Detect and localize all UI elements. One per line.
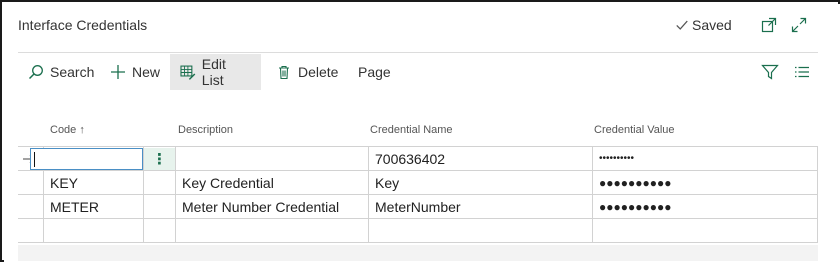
text-caret: [34, 152, 35, 167]
window-frame: Interface Credentials Saved Search New E…: [0, 0, 840, 262]
open-in-new-window-icon: [761, 17, 777, 33]
new-label: New: [132, 64, 161, 80]
checkmark-icon: [676, 20, 688, 30]
credential-value-cell[interactable]: ●●●●●●●●●●: [593, 195, 817, 219]
description-cell[interactable]: [176, 219, 368, 243]
plus-icon: [111, 65, 125, 79]
edit-list-label: Edit List: [201, 56, 226, 88]
description-cell[interactable]: Key Credential: [176, 171, 368, 195]
credential-value-cell[interactable]: ●●●●●●●●●●: [593, 171, 817, 195]
header-divider: [18, 52, 818, 53]
page-title: Interface Credentials: [18, 17, 148, 33]
expand-button[interactable]: [790, 16, 808, 34]
filter-button[interactable]: [761, 63, 779, 81]
table-row[interactable]: KEY Key Credential Key ●●●●●●●●●●: [18, 171, 818, 195]
grid-header-row: Code ↑ Description Credential Name Crede…: [18, 116, 818, 146]
table-row[interactable]: METER Meter Number Credential MeterNumbe…: [18, 195, 818, 219]
saved-status: Saved: [675, 17, 732, 33]
search-icon: [28, 65, 43, 80]
table-row[interactable]: ⋮ 700636402 ••••••••••: [18, 147, 818, 171]
grid-footer: [18, 245, 818, 261]
delete-button[interactable]: Delete: [266, 54, 348, 90]
search-label: Search: [50, 64, 95, 80]
open-in-new-window-button[interactable]: [760, 16, 778, 34]
trash-icon: [279, 65, 289, 80]
credential-value-cell[interactable]: ••••••••••: [593, 147, 817, 171]
credential-value-cell[interactable]: [593, 219, 817, 243]
more-vertical-icon: ⋮: [152, 151, 167, 168]
credentials-page: Interface Credentials Saved Search New E…: [4, 4, 840, 262]
page-menu-button[interactable]: Page: [348, 54, 401, 90]
page-label: Page: [358, 64, 391, 80]
edit-list-icon: [180, 65, 196, 80]
code-cell[interactable]: KEY: [44, 171, 143, 195]
action-bar: Search New Edit List Delete Page: [18, 54, 818, 90]
row-actions-button[interactable]: ⋮: [144, 148, 175, 170]
search-button[interactable]: Search: [18, 54, 104, 90]
filter-icon: [761, 64, 779, 80]
code-cell[interactable]: [44, 219, 143, 243]
list-view-button[interactable]: [793, 63, 811, 81]
column-header-credential-name[interactable]: Credential Name: [370, 124, 453, 136]
list-view-icon: [795, 66, 809, 78]
column-header-code[interactable]: Code ↑: [50, 124, 85, 136]
edit-list-button[interactable]: Edit List: [170, 54, 261, 90]
credential-name-cell[interactable]: MeterNumber: [369, 195, 592, 219]
expand-icon: [791, 17, 807, 33]
code-cell[interactable]: METER: [44, 195, 143, 219]
description-cell[interactable]: [176, 147, 368, 171]
credential-name-cell[interactable]: Key: [369, 171, 592, 195]
credential-name-cell[interactable]: [369, 219, 592, 243]
delete-label: Delete: [298, 64, 339, 80]
new-button[interactable]: New: [100, 54, 170, 90]
description-cell[interactable]: Meter Number Credential: [176, 195, 368, 219]
grid-body: ⋮ 700636402 •••••••••• KEY Key Credentia…: [18, 146, 818, 243]
column-header-description[interactable]: Description: [178, 124, 233, 136]
saved-label: Saved: [692, 17, 732, 33]
credential-name-cell[interactable]: 700636402: [369, 147, 592, 171]
column-header-credential-value[interactable]: Credential Value: [594, 124, 675, 136]
code-field[interactable]: [30, 148, 143, 170]
table-row[interactable]: [18, 219, 818, 243]
